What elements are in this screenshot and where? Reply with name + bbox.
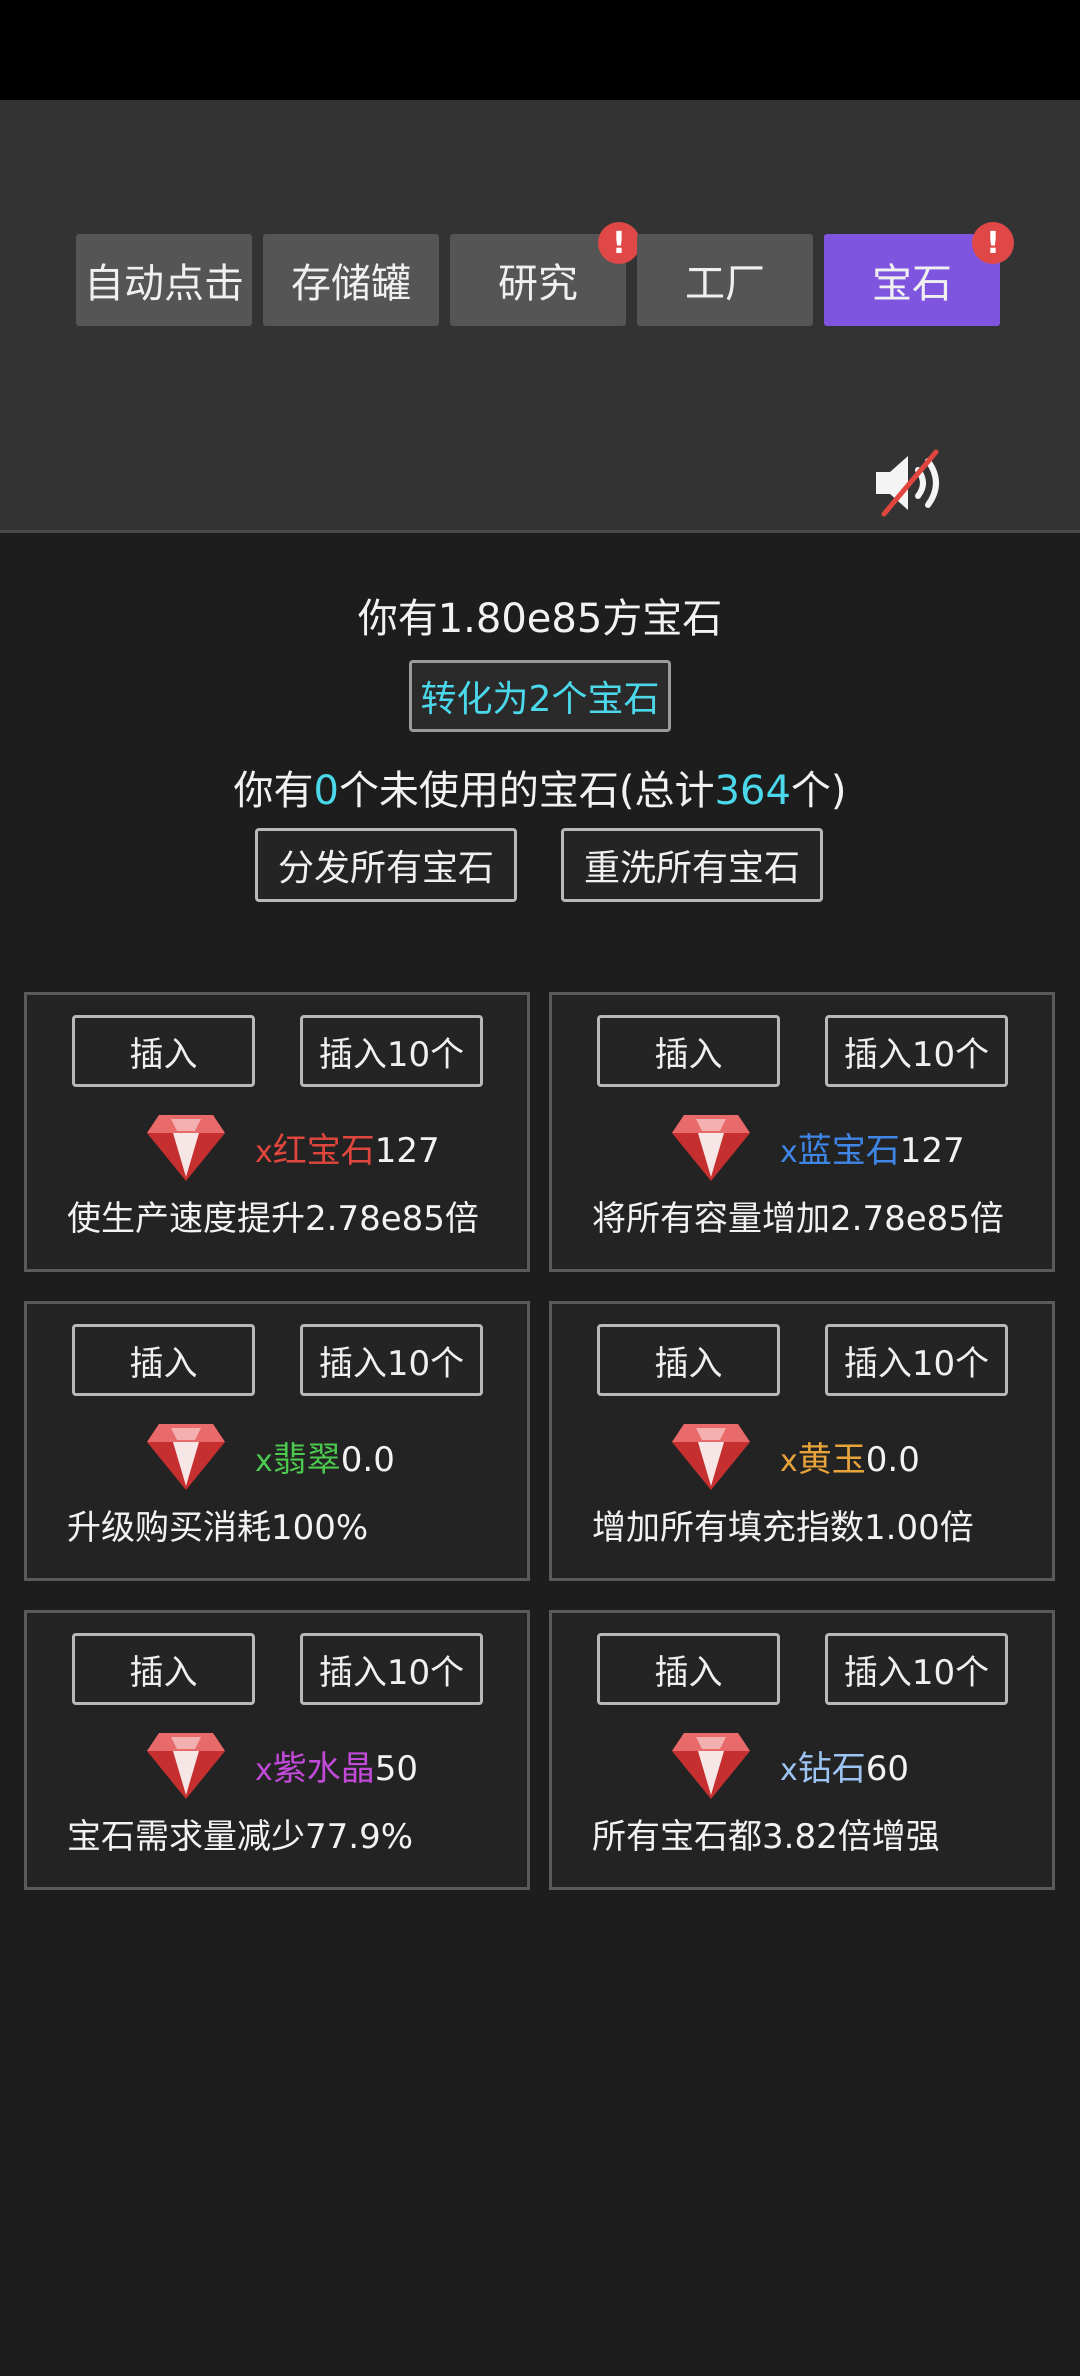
gem-card-amethyst: 插入 插入10个 x紫水晶50 宝石需求量减少77.9% [24, 1610, 530, 1890]
alert-icon: ! [972, 222, 1014, 264]
gem-effect: 所有宝石都3.82倍增强 [592, 1817, 940, 1857]
tab-label: 研究 [498, 261, 578, 307]
gem-card-sapphire: 插入 插入10个 x蓝宝石127 将所有容量增加2.78e85倍 [549, 992, 1055, 1272]
tab-label: 工厂 [685, 261, 765, 307]
insert-button[interactable]: 插入 [597, 1633, 780, 1705]
gem-value: 0.0 [340, 1440, 395, 1480]
convert-button[interactable]: 转化为2个宝石 [409, 660, 671, 732]
gem-effect: 升级购买消耗100% [67, 1508, 369, 1548]
gem-effect: 增加所有填充指数1.00倍 [592, 1508, 974, 1548]
gem-name-line: x蓝宝石127 [780, 1131, 965, 1171]
insert-button[interactable]: 插入 [72, 1324, 255, 1396]
insert-10-button[interactable]: 插入10个 [825, 1633, 1008, 1705]
insert-button[interactable]: 插入 [72, 1015, 255, 1087]
gem-value: 127 [374, 1131, 440, 1171]
gem-icon [147, 1424, 225, 1490]
insert-10-button[interactable]: 插入10个 [300, 1633, 483, 1705]
tab-label: 存储罐 [291, 261, 411, 307]
tab-label: 自动点击 [84, 261, 244, 307]
tab-research[interactable]: 研究! [450, 222, 640, 326]
gem-name-line: x紫水晶50 [255, 1749, 419, 1789]
insert-button[interactable]: 插入 [597, 1324, 780, 1396]
gem-name: 蓝宝石 [797, 1131, 900, 1171]
gem-name-line: x钻石60 [780, 1749, 910, 1789]
gem-card-topaz: 插入 插入10个 x黄玉0.0 增加所有填充指数1.00倍 [549, 1301, 1055, 1581]
gem-card-ruby: 插入 插入10个 x红宝石127 使生产速度提升2.78e85倍 [24, 992, 530, 1272]
total-count: 364 [714, 768, 791, 814]
gem-name-line: x黄玉0.0 [780, 1440, 920, 1480]
gem-icon [672, 1115, 750, 1181]
gem-icon [147, 1733, 225, 1799]
gem-icon [672, 1424, 750, 1490]
gem-value: 50 [374, 1749, 419, 1789]
gem-effect: 将所有容量增加2.78e85倍 [592, 1199, 1004, 1239]
insert-button[interactable]: 插入 [72, 1633, 255, 1705]
gem-cubes-text: 你有1.80e85方宝石 [357, 596, 723, 642]
tab-factory[interactable]: 工厂 [637, 234, 813, 326]
tab-gems[interactable]: 宝石! [824, 222, 1014, 326]
gem-name: 翡翠 [272, 1440, 341, 1480]
gem-effect: 宝石需求量减少77.9% [67, 1817, 414, 1857]
gem-card-diamond: 插入 插入10个 x钻石60 所有宝石都3.82倍增强 [549, 1610, 1055, 1890]
gem-icon [147, 1115, 225, 1181]
unused-count: 0 [313, 768, 339, 814]
tab-label: 宝石 [872, 261, 952, 307]
status-bar [0, 0, 1080, 100]
insert-10-button[interactable]: 插入10个 [300, 1015, 483, 1087]
gem-name: 钻石 [797, 1749, 866, 1789]
reroll-all-button[interactable]: 重洗所有宝石 [561, 828, 823, 902]
gem-value: 127 [899, 1131, 965, 1171]
gem-value: 60 [865, 1749, 910, 1789]
distribute-all-button[interactable]: 分发所有宝石 [255, 828, 517, 902]
gem-value: 0.0 [865, 1440, 920, 1480]
gem-name: 黄玉 [797, 1440, 866, 1480]
unused-gems-text: 你有0个未使用的宝石(总计364个) [233, 768, 847, 814]
insert-10-button[interactable]: 插入10个 [300, 1324, 483, 1396]
insert-10-button[interactable]: 插入10个 [825, 1015, 1008, 1087]
gem-name: 红宝石 [272, 1131, 375, 1171]
gem-effect: 使生产速度提升2.78e85倍 [67, 1199, 479, 1239]
insert-10-button[interactable]: 插入10个 [825, 1324, 1008, 1396]
gem-name: 紫水晶 [272, 1749, 375, 1789]
gem-name-line: x翡翠0.0 [255, 1440, 395, 1480]
gem-icon [672, 1733, 750, 1799]
gem-card-emerald: 插入 插入10个 x翡翠0.0 升级购买消耗100% [24, 1301, 530, 1581]
sound-muted-icon[interactable] [870, 448, 954, 518]
alert-icon: ! [598, 222, 640, 264]
tab-auto-click[interactable]: 自动点击 [76, 234, 252, 326]
gem-name-line: x红宝石127 [255, 1131, 440, 1171]
insert-button[interactable]: 插入 [597, 1015, 780, 1087]
tab-storage[interactable]: 存储罐 [263, 234, 439, 326]
tab-bar: 自动点击 存储罐 研究! 工厂 宝石! [76, 222, 1014, 326]
